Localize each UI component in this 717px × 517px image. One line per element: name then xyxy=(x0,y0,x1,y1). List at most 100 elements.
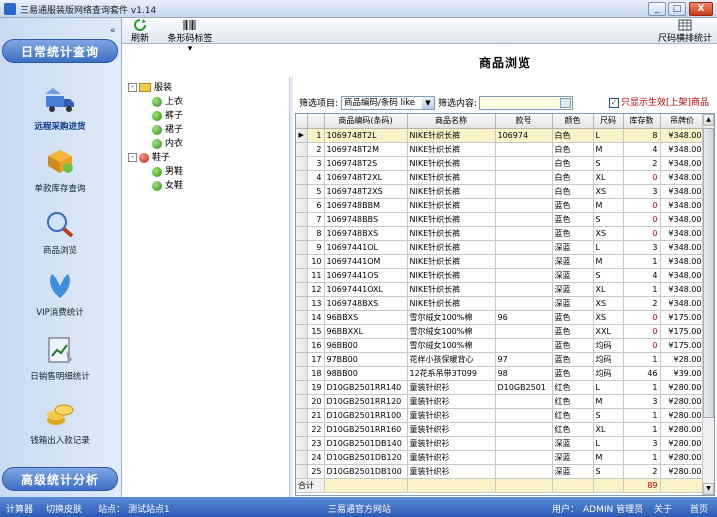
row-indicator[interactable] xyxy=(296,422,308,437)
current-row-icon[interactable]: ▶ xyxy=(296,128,308,143)
switch-skin-link[interactable]: 切换皮肤 xyxy=(46,502,82,515)
tree-node-womens-shoes[interactable]: 女鞋 xyxy=(152,178,183,191)
row-indicator[interactable] xyxy=(296,142,308,157)
row-indicator[interactable] xyxy=(296,352,308,367)
collapse-sidebar-icon[interactable]: « xyxy=(110,26,116,36)
sidebar-header-daily[interactable]: 日常统计查询 xyxy=(2,39,118,63)
table-row[interactable]: 13 1069748BXS NIKE针织长裤 深蓝 XS 2 ¥348.00 xyxy=(296,296,705,311)
row-indicator[interactable] xyxy=(296,324,308,339)
row-indicator[interactable] xyxy=(296,450,308,465)
table-row[interactable]: 12 10697441OXL NIKE针织长裤 深蓝 XL 1 ¥348.00 xyxy=(296,282,705,297)
row-indicator[interactable] xyxy=(296,212,308,227)
column-header[interactable]: 颜色 xyxy=(552,114,594,129)
collapse-icon[interactable]: - xyxy=(128,83,137,92)
row-indicator[interactable] xyxy=(296,198,308,213)
table-row[interactable]: 14 96BBXS 雪尔绒女100%棉 96 蓝色 XS 0 ¥175.00 xyxy=(296,310,705,325)
filter-field-select[interactable]: 商品编码/条码 like ▼ xyxy=(341,96,435,110)
table-row[interactable]: 6 1069748BBM NIKE针织长裤 蓝色 M 0 ¥348.00 xyxy=(296,198,705,213)
column-header[interactable] xyxy=(307,114,325,129)
row-indicator[interactable] xyxy=(296,310,308,325)
sidebar-item-product-browse[interactable]: 商品浏览 xyxy=(0,210,120,256)
tree-node-underwear[interactable]: 内衣 xyxy=(152,136,183,149)
table-row[interactable]: ▶ 1 1069748T2L NIKE针织长裤 106974 白色 L 8 ¥348.00 xyxy=(296,128,705,143)
row-indicator[interactable] xyxy=(296,282,308,297)
scroll-up-icon[interactable]: ▲ xyxy=(703,114,714,126)
table-row[interactable]: 5 1069748T2XS NIKE针织长裤 白色 XS 3 ¥348.00 xyxy=(296,184,705,199)
sidebar-item-daily-sales[interactable]: 日销售明细统计 xyxy=(0,336,120,382)
column-header[interactable]: 款号 xyxy=(495,114,553,129)
size-stats-button[interactable]: 尺码横排统计 xyxy=(656,19,714,44)
close-button[interactable]: X xyxy=(689,2,713,16)
row-indicator[interactable] xyxy=(296,226,308,241)
tree-node-skirts[interactable]: 裙子 xyxy=(152,122,183,135)
table-row[interactable]: 19 D10GB2501RR140 童装针织衫 D10GB2501 红色 L 1 ¥280.0… xyxy=(296,380,705,395)
row-indicator[interactable] xyxy=(296,184,308,199)
checkmark-icon: ✓ xyxy=(609,97,619,108)
table-row[interactable]: 17 97BB00 花样小孩保暖背心 97 蓝色 均码 1 ¥28.00 xyxy=(296,352,705,367)
table-row[interactable]: 25 D10GB2501DB100 童装针织衫 深蓝 S 2 ¥280.00 xyxy=(296,464,705,479)
column-header[interactable]: 尺码 xyxy=(593,114,624,129)
row-indicator[interactable] xyxy=(296,170,308,185)
row-indicator[interactable] xyxy=(296,408,308,423)
row-indicator[interactable] xyxy=(296,338,308,353)
table-row[interactable]: 2 1069748T2M NIKE针织长裤 白色 M 4 ¥348.00 xyxy=(296,142,705,157)
table-row[interactable]: 9 10697441OL NIKE针织长裤 深蓝 L 3 ¥348.00 xyxy=(296,240,705,255)
table-row[interactable]: 4 1069748T2XL NIKE针织长裤 白色 XL 0 ¥348.00 xyxy=(296,170,705,185)
table-row[interactable]: 16 96BB00 雪尔绒女100%棉 蓝色 均码 0 ¥175.00 xyxy=(296,338,705,353)
table-row[interactable]: 20 D10GB2501RR120 童装针织衫 红色 M 3 ¥280.00 xyxy=(296,394,705,409)
column-header[interactable]: 商品编码(条码) xyxy=(324,114,408,129)
row-indicator[interactable] xyxy=(296,240,308,255)
table-row[interactable]: 10 10697441OM NIKE针织长裤 深蓝 M 1 ¥348.00 xyxy=(296,254,705,269)
column-header[interactable]: 吊牌价 xyxy=(660,114,705,129)
row-indicator[interactable] xyxy=(296,366,308,381)
tree-node-tops[interactable]: 上衣 xyxy=(152,94,183,107)
lookup-icon[interactable] xyxy=(560,98,571,108)
column-header[interactable] xyxy=(296,114,308,129)
table-row[interactable]: 11 10697441OS NIKE针织长裤 深蓝 S 4 ¥348.00 xyxy=(296,268,705,283)
table-row[interactable]: 22 D10GB2501RR160 童装针织衫 红色 XL 1 ¥280.00 xyxy=(296,422,705,437)
table-cell: 97BB00 xyxy=(324,352,408,367)
row-indicator[interactable] xyxy=(296,254,308,269)
chevron-down-icon[interactable]: ▼ xyxy=(422,97,434,109)
column-header[interactable]: 库存数 xyxy=(623,114,661,129)
about-link[interactable]: 关于 xyxy=(654,502,672,515)
tree-node-mens-shoes[interactable]: 男鞋 xyxy=(152,164,183,177)
sidebar-item-vip-stats[interactable]: VIP消费统计 xyxy=(0,272,120,318)
sidebar-item-remote-purchase[interactable]: 远程采购进货 xyxy=(0,86,120,132)
scroll-down-icon[interactable]: ▼ xyxy=(703,483,714,495)
table-row[interactable]: 23 D10GB2501DB140 童装针织衫 深蓝 L 3 ¥280.00 xyxy=(296,436,705,451)
table-row[interactable]: 3 1069748T2S NIKE针织长裤 白色 S 2 ¥348.00 xyxy=(296,156,705,171)
minimize-button[interactable]: _ xyxy=(648,2,666,16)
home-link[interactable]: 首页 xyxy=(690,502,708,515)
filter-content-input[interactable] xyxy=(479,96,573,110)
sidebar-header-advanced[interactable]: 高级统计分析 xyxy=(2,467,118,491)
collapse-icon[interactable]: - xyxy=(128,153,137,162)
table-row[interactable]: 24 D10GB2501DB120 童装针织衫 深蓝 M 1 ¥280.00 xyxy=(296,450,705,465)
table-row[interactable]: 18 98BB00 12花系吊带3T099 98 蓝色 均码 46 ¥39.00 xyxy=(296,366,705,381)
row-indicator[interactable] xyxy=(296,268,308,283)
column-header[interactable]: 商品名称 xyxy=(407,114,496,129)
sidebar-item-stock-query[interactable]: 单款库存查询 xyxy=(0,148,120,194)
only-active-checkbox[interactable]: ✓ 只显示生效[上架]商品 xyxy=(609,95,709,108)
row-indicator[interactable] xyxy=(296,296,308,311)
row-indicator[interactable] xyxy=(296,394,308,409)
maximize-button[interactable]: □ xyxy=(668,2,686,16)
tree-node-pants[interactable]: 裤子 xyxy=(152,108,183,121)
calculator-link[interactable]: 计算器 xyxy=(6,502,33,515)
row-indicator[interactable] xyxy=(296,380,308,395)
row-indicator[interactable] xyxy=(296,156,308,171)
tree-node-shoes[interactable]: - 鞋子 xyxy=(128,150,170,163)
table-row[interactable]: 7 1069748BBS NIKE针织长裤 蓝色 S 0 ¥348.00 xyxy=(296,212,705,227)
refresh-button[interactable]: 刷新 xyxy=(128,19,152,44)
scroll-thumb[interactable] xyxy=(703,128,714,418)
table-scrollbar[interactable]: ▲ ▼ xyxy=(702,114,714,495)
row-indicator[interactable] xyxy=(296,436,308,451)
table-row[interactable]: 21 D10GB2501RR100 童装针织衫 红色 S 1 ¥280.00 xyxy=(296,408,705,423)
table-row[interactable]: 8 1069748BXS NIKE针织长裤 蓝色 XS 0 ¥348.00 xyxy=(296,226,705,241)
barcode-label-button[interactable]: 条形码标签 ▾ xyxy=(164,19,216,54)
sidebar-item-cash-records[interactable]: 钱箱出入款记录 xyxy=(0,400,120,446)
table-row[interactable]: 15 96BBXXL 雪尔绒女100%棉 蓝色 XXL 0 ¥175.00 xyxy=(296,324,705,339)
official-website-link[interactable]: 三易通官方网站 xyxy=(328,502,391,515)
row-indicator[interactable] xyxy=(296,464,308,479)
tree-node-clothing[interactable]: - 服装 xyxy=(128,80,172,93)
